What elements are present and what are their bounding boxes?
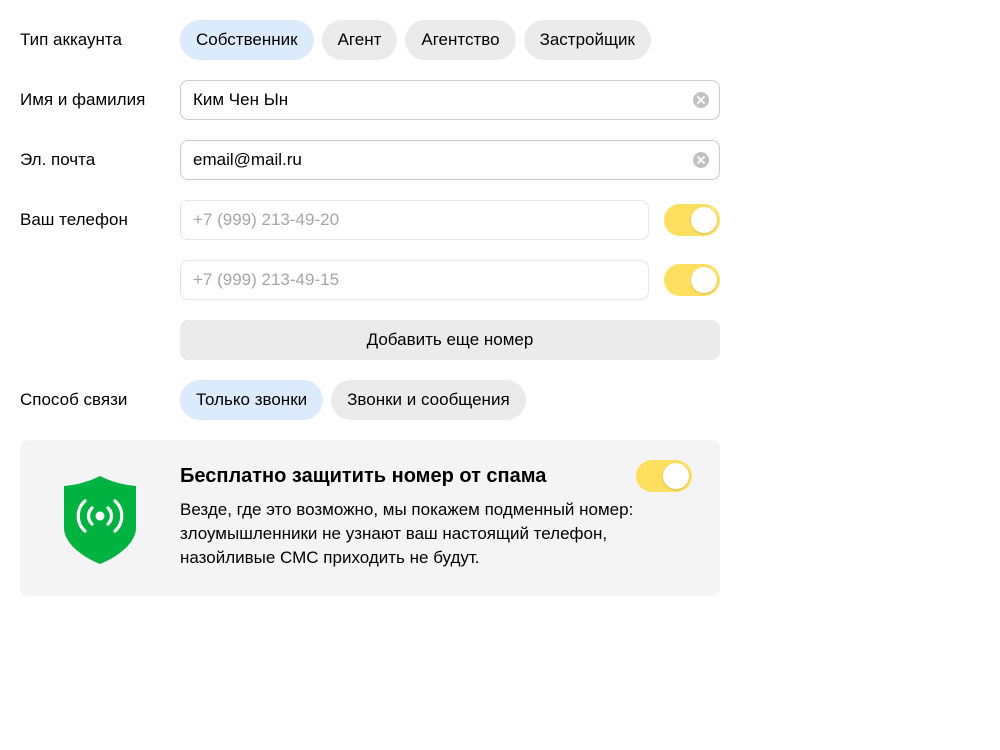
account-type-agent-chip[interactable]: Агент xyxy=(321,20,398,60)
contact-method-row: Способ связи Только звонки Звонки и сооб… xyxy=(20,380,720,420)
spam-protection-title: Бесплатно защитить номер от спама xyxy=(180,465,547,487)
name-label: Имя и фамилия xyxy=(20,90,146,109)
phone-2-toggle-knob xyxy=(691,267,717,293)
phone-1-toggle-knob xyxy=(691,207,717,233)
contact-method-options: Только звонки Звонки и сообщения xyxy=(180,380,720,420)
phone-1-input-wrap xyxy=(180,200,649,240)
phone-row-1: Ваш телефон xyxy=(20,200,720,240)
shield-signal-icon xyxy=(64,476,136,564)
name-input-wrap xyxy=(180,80,720,120)
account-type-label: Тип аккаунта xyxy=(20,30,122,49)
account-form: Тип аккаунта Собственник Агент Агентство… xyxy=(20,20,720,596)
spam-protection-toggle[interactable] xyxy=(636,460,692,492)
name-input[interactable] xyxy=(181,81,661,119)
email-row: Эл. почта xyxy=(20,140,720,180)
email-label: Эл. почта xyxy=(20,150,96,169)
phone-2-content xyxy=(180,260,720,300)
account-type-row: Тип аккаунта Собственник Агент Агентство… xyxy=(20,20,720,60)
phone-1-input[interactable] xyxy=(181,201,621,239)
account-type-owner-chip[interactable]: Собственник xyxy=(180,20,314,60)
account-type-agency-chip[interactable]: Агентство xyxy=(405,20,516,60)
clear-email-icon[interactable] xyxy=(693,152,709,168)
phone-label: Ваш телефон xyxy=(20,210,128,229)
spam-protection-description: Везде, где это возможно, мы покажем подм… xyxy=(180,500,634,567)
name-row: Имя и фамилия xyxy=(20,80,720,120)
add-number-row: Добавить еще номер xyxy=(20,320,720,360)
contact-calls-and-messages-chip[interactable]: Звонки и сообщения xyxy=(331,380,526,420)
phone-1-toggle[interactable] xyxy=(664,204,720,236)
account-type-options: Собственник Агент Агентство Застройщик xyxy=(180,20,720,60)
clear-name-icon[interactable] xyxy=(693,92,709,108)
phone-2-input[interactable] xyxy=(181,261,621,299)
spam-protection-toggle-knob xyxy=(663,463,689,489)
phone-1-content xyxy=(180,200,720,240)
account-type-developer-chip[interactable]: Застройщик xyxy=(523,20,651,60)
spam-protection-card: Бесплатно защитить номер от спама Везде,… xyxy=(20,440,720,596)
phone-2-input-wrap xyxy=(180,260,649,300)
phone-row-2 xyxy=(20,260,720,300)
phone-2-toggle[interactable] xyxy=(664,264,720,296)
email-input[interactable] xyxy=(181,141,661,179)
contact-calls-only-chip[interactable]: Только звонки xyxy=(180,380,324,420)
contact-method-label: Способ связи xyxy=(20,390,128,409)
add-number-button[interactable]: Добавить еще номер xyxy=(180,320,720,360)
email-input-wrap xyxy=(180,140,720,180)
